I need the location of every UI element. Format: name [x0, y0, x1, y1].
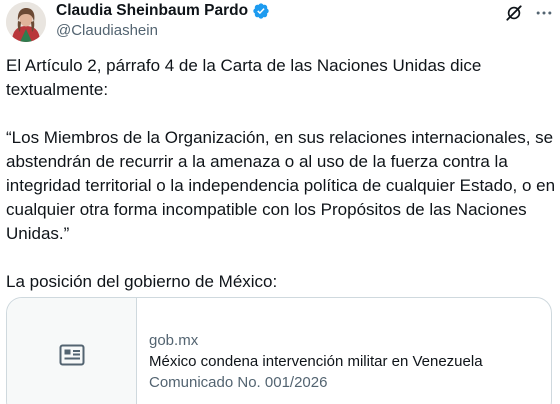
header-actions	[504, 3, 554, 28]
more-icon[interactable]	[534, 3, 554, 28]
link-card-thumbnail	[7, 298, 137, 404]
tweet-paragraph: “Los Miembros de la Organización, en sus…	[6, 128, 556, 243]
tweet-paragraph: El Artículo 2, párrafo 4 de la Carta de …	[6, 56, 482, 99]
grok-icon[interactable]	[504, 3, 524, 28]
link-card-domain: gob.mx	[149, 332, 199, 349]
display-name[interactable]: Claudia Sheinbaum Pardo	[56, 1, 248, 21]
link-card[interactable]: gob.mx México condena intervención milit…	[6, 297, 552, 404]
tweet-paragraph: La posición del gobierno de México:	[6, 272, 278, 291]
author-handle[interactable]: @Claudiashein	[56, 21, 270, 41]
link-card-title: México condena intervención militar en V…	[149, 353, 483, 370]
author-names: Claudia Sheinbaum Pardo @Claudiashein	[56, 1, 270, 41]
tweet-header: Claudia Sheinbaum Pardo @Claudiashein	[6, 2, 554, 42]
verified-badge-icon	[252, 2, 270, 20]
avatar[interactable]	[6, 2, 46, 42]
link-card-description: Comunicado No. 001/2026	[149, 374, 328, 391]
name-row: Claudia Sheinbaum Pardo	[56, 1, 270, 21]
article-icon	[59, 344, 85, 371]
link-card-text: gob.mx México condena intervención milit…	[137, 298, 483, 404]
tweet-text: El Artículo 2, párrafo 4 de la Carta de …	[6, 54, 556, 318]
tweet: Claudia Sheinbaum Pardo @Claudiashein El…	[0, 0, 560, 404]
